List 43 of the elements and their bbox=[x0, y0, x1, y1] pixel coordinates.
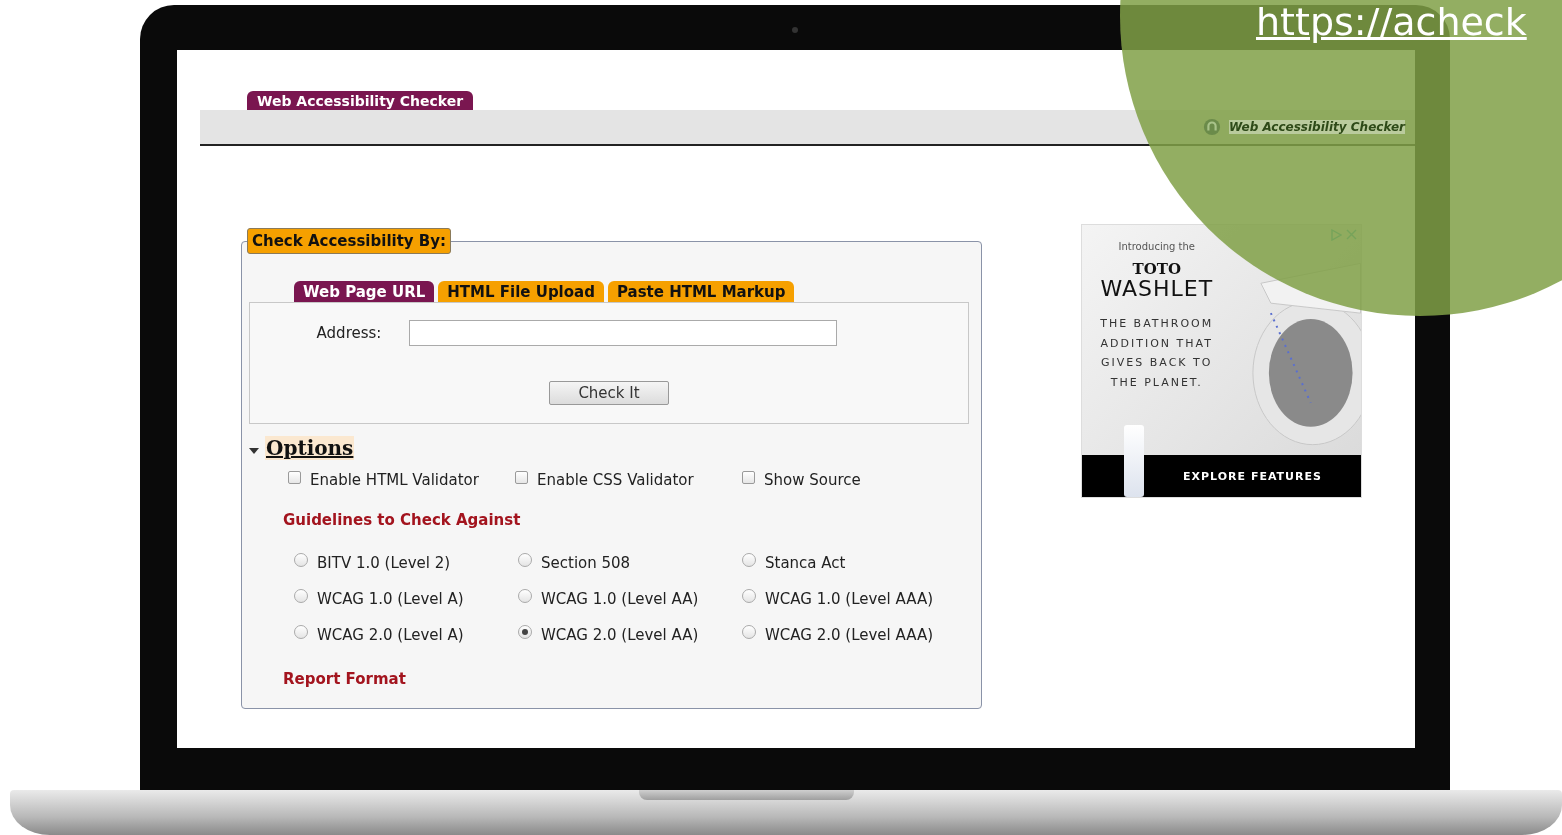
radio-button[interactable] bbox=[518, 553, 532, 567]
input-method-tab[interactable]: Web Page URL bbox=[294, 281, 435, 302]
site-title-tab[interactable]: Web Accessibility Checker bbox=[247, 91, 474, 110]
checkbox[interactable] bbox=[288, 470, 301, 484]
section-heading: Report Format bbox=[283, 670, 407, 688]
ad-product-text: WASHLET bbox=[1100, 278, 1214, 300]
form-legend: Check Accessibility By: bbox=[247, 228, 452, 254]
address-label: Address: bbox=[316, 324, 382, 342]
address-field[interactable] bbox=[409, 320, 838, 346]
checkbox[interactable] bbox=[515, 470, 528, 484]
radio-button[interactable] bbox=[742, 553, 756, 567]
radio-label: WCAG 1.0 (Level AAA) bbox=[765, 590, 933, 608]
input-method-tab[interactable]: HTML File Upload bbox=[438, 281, 604, 302]
options-link[interactable]: Options bbox=[265, 436, 355, 460]
input-method-tab[interactable]: Paste HTML Markup bbox=[607, 281, 795, 302]
checkbox-label: Enable HTML Validator bbox=[310, 471, 479, 489]
remote-control-drawing bbox=[1124, 425, 1144, 497]
checkbox-label: Enable CSS Validator bbox=[537, 471, 694, 489]
expand-triangle-icon[interactable] bbox=[249, 448, 259, 454]
radio-label: Section 508 bbox=[541, 554, 631, 572]
radio-button[interactable] bbox=[518, 589, 532, 603]
radio-button[interactable] bbox=[518, 625, 532, 639]
url-link[interactable]: https://acheck bbox=[1256, 0, 1527, 44]
camera-icon bbox=[792, 27, 798, 33]
section-heading: Guidelines to Check Against bbox=[283, 511, 522, 529]
ad-intro-text: Introducing the bbox=[1118, 241, 1195, 252]
radio-label: WCAG 2.0 (Level AA) bbox=[541, 626, 699, 644]
ad-tagline: THE BATHROOM ADDITION THAT GIVES BACK TO THE PLANET. bbox=[1099, 316, 1215, 391]
radio-label: WCAG 1.0 (Level A) bbox=[317, 590, 464, 608]
ad-brand-text: TOTO bbox=[1132, 260, 1181, 278]
radio-button[interactable] bbox=[294, 589, 308, 603]
radio-button[interactable] bbox=[742, 589, 756, 603]
check-button[interactable]: Check It bbox=[549, 381, 669, 405]
radio-button[interactable] bbox=[294, 625, 308, 639]
radio-label: WCAG 2.0 (Level AAA) bbox=[765, 626, 933, 644]
radio-label: BITV 1.0 (Level 2) bbox=[317, 554, 451, 572]
checkbox-label: Show Source bbox=[764, 471, 861, 489]
radio-label: WCAG 2.0 (Level A) bbox=[317, 626, 464, 644]
radio-button[interactable] bbox=[742, 625, 756, 639]
radio-label: WCAG 1.0 (Level AA) bbox=[541, 590, 699, 608]
radio-label: Stanca Act bbox=[765, 554, 846, 572]
checkbox[interactable] bbox=[742, 470, 755, 484]
radio-button[interactable] bbox=[294, 553, 308, 567]
